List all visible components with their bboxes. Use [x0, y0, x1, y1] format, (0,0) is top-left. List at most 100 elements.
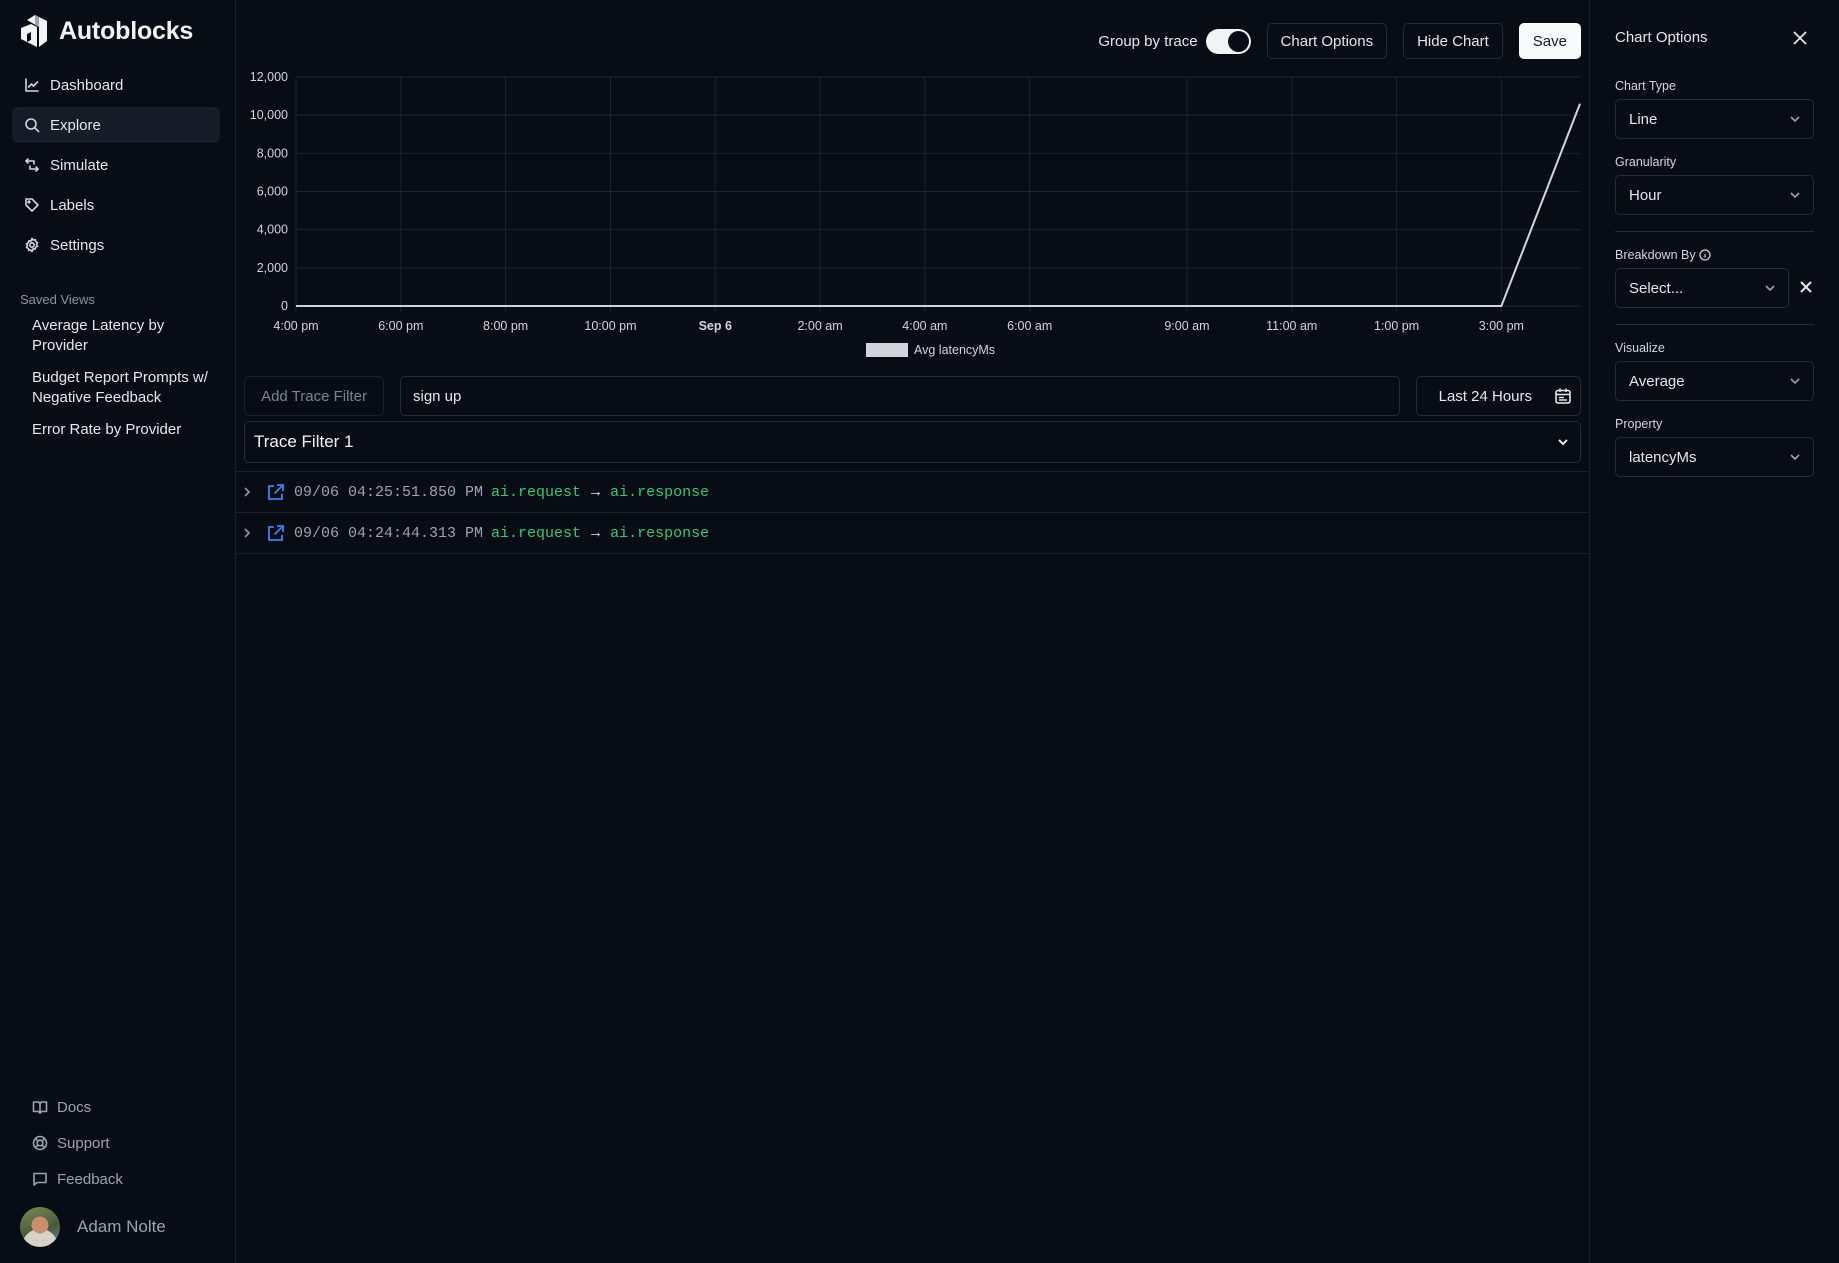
x-tick-label: 8:00 pm: [483, 319, 528, 333]
breakdown-label: Breakdown By: [1615, 248, 1711, 262]
main-nav: Dashboard Explore Simulate Labels Settin…: [12, 67, 220, 267]
saved-views-list: Average Latency by Provider Budget Repor…: [32, 316, 212, 452]
sidebar-item-explore[interactable]: Explore: [12, 107, 220, 143]
trace-timestamp: 09/06 04:25:51.850 PM: [294, 483, 484, 501]
breakdown-select[interactable]: Select...: [1615, 268, 1789, 308]
chevron-down-icon: [1790, 192, 1800, 199]
sidebar-item-label: Dashboard: [50, 76, 124, 94]
feedback-link[interactable]: Feedback: [32, 1161, 123, 1197]
latency-chart: 0 2,000 4,000 6,000 8,000 10,000 12,000 4:00 p…: [236, 60, 1589, 370]
chevron-down-icon: [1765, 285, 1775, 292]
group-by-trace-toggle[interactable]: [1205, 28, 1251, 54]
y-tick-label: 8,000: [257, 146, 288, 160]
logo[interactable]: Autoblocks: [19, 14, 193, 48]
lifebuoy-icon: [32, 1135, 48, 1151]
y-tick-label: 10,000: [250, 108, 288, 122]
sidebar: Autoblocks Dashboard Explore Simulate La…: [0, 0, 236, 1263]
external-link-icon[interactable]: [266, 524, 285, 543]
sidebar-item-settings[interactable]: Settings: [12, 227, 220, 263]
property-label: Property: [1615, 417, 1663, 431]
filter-row: Add Trace Filter Last 24 Hours: [244, 376, 1581, 416]
divider: [1615, 324, 1814, 325]
feedback-label: Feedback: [57, 1170, 123, 1188]
chart-options-button[interactable]: Chart Options: [1266, 23, 1388, 59]
user-menu[interactable]: Adam Nolte: [20, 1207, 166, 1247]
visualize-label: Visualize: [1615, 341, 1665, 355]
x-tick-label: Sep 6: [699, 319, 732, 333]
toggle-knob: [1227, 30, 1249, 52]
external-link-icon[interactable]: [266, 483, 285, 502]
saved-view-item[interactable]: Budget Report Prompts w/ Negative Feedba…: [32, 368, 212, 408]
panel-title: Chart Options: [1615, 29, 1708, 46]
chart-svg: 0 2,000 4,000 6,000 8,000 10,000 12,000 4:00 p…: [250, 70, 1581, 357]
visualize-select[interactable]: Average: [1615, 361, 1814, 401]
x-tick-label: 4:00 am: [902, 319, 947, 333]
y-tick-label: 0: [281, 299, 288, 313]
chart-type-select[interactable]: Line: [1615, 99, 1814, 139]
info-icon[interactable]: [1698, 249, 1711, 261]
sidebar-item-labels[interactable]: Labels: [12, 187, 220, 223]
sidebar-item-dashboard[interactable]: Dashboard: [12, 67, 220, 103]
search-icon: [25, 118, 40, 133]
y-tick-label: 4,000: [257, 223, 288, 237]
x-tick-label: 6:00 am: [1007, 319, 1052, 333]
sidebar-item-simulate[interactable]: Simulate: [12, 147, 220, 183]
avatar: [20, 1207, 60, 1247]
trace-filter-accordion[interactable]: Trace Filter 1: [244, 421, 1581, 463]
add-trace-filter-button[interactable]: Add Trace Filter: [244, 376, 384, 416]
y-tick-label: 6,000: [257, 185, 288, 199]
saved-views-heading: Saved Views: [20, 292, 95, 307]
arrow-right-icon: →: [591, 483, 601, 501]
date-range-label: Last 24 Hours: [1438, 387, 1532, 405]
clear-breakdown-icon[interactable]: [1800, 281, 1812, 293]
gear-icon: [25, 237, 39, 253]
granularity-select[interactable]: Hour: [1615, 175, 1814, 215]
user-name: Adam Nolte: [77, 1217, 166, 1236]
sidebar-item-label: Explore: [50, 116, 101, 134]
support-link[interactable]: Support: [32, 1125, 123, 1161]
book-icon: [32, 1101, 48, 1114]
chart-type-value: Line: [1629, 110, 1658, 128]
bottom-nav: Docs Support Feedback: [32, 1089, 123, 1197]
sidebar-item-label: Settings: [50, 236, 105, 254]
trace-row[interactable]: 09/06 04:24:44.313 PM ai.request → ai.re…: [236, 513, 1589, 554]
trace-filter-label: Trace Filter 1: [254, 432, 354, 451]
saved-view-item[interactable]: Error Rate by Provider: [32, 420, 212, 440]
trace-end-event: ai.response: [610, 483, 710, 501]
y-tick-label: 2,000: [257, 261, 288, 275]
trace-end-event: ai.response: [610, 524, 710, 542]
x-tick-label: 2:00 am: [797, 319, 842, 333]
x-tick-label: 9:00 am: [1164, 319, 1209, 333]
search-input[interactable]: [400, 376, 1400, 416]
y-tick-label: 12,000: [250, 70, 288, 84]
sidebar-item-label: Simulate: [50, 156, 109, 174]
save-button[interactable]: Save: [1518, 23, 1581, 59]
legend-swatch: [866, 343, 908, 357]
docs-label: Docs: [57, 1098, 92, 1116]
trace-start-event: ai.request: [491, 524, 582, 542]
x-tick-label: 1:00 pm: [1374, 319, 1419, 333]
chart-type-label: Chart Type: [1615, 79, 1676, 93]
x-tick-label: 10:00 pm: [584, 319, 636, 333]
saved-view-item[interactable]: Average Latency by Provider: [32, 316, 212, 356]
property-select[interactable]: latencyMs: [1615, 437, 1814, 477]
docs-link[interactable]: Docs: [32, 1089, 123, 1125]
chart-line-icon: [25, 78, 39, 92]
chevron-down-icon: [1790, 378, 1800, 385]
trace-start-event: ai.request: [491, 483, 582, 501]
granularity-value: Hour: [1629, 186, 1662, 204]
chevron-down-icon: [1558, 439, 1568, 446]
message-icon: [33, 1172, 47, 1186]
x-tick-label: 4:00 pm: [273, 319, 318, 333]
chevron-down-icon: [1790, 116, 1800, 123]
calendar-icon: [1555, 388, 1571, 404]
hide-chart-button[interactable]: Hide Chart: [1403, 23, 1503, 59]
trace-row[interactable]: 09/06 04:25:51.850 PM ai.request → ai.re…: [236, 472, 1589, 513]
date-range-picker[interactable]: Last 24 Hours: [1416, 376, 1581, 416]
chevron-right-icon[interactable]: [240, 485, 254, 499]
close-icon[interactable]: [1792, 30, 1808, 46]
chevron-down-icon: [1790, 454, 1800, 461]
x-tick-label: 11:00 am: [1266, 319, 1317, 333]
chevron-right-icon[interactable]: [240, 526, 254, 540]
app-name: Autoblocks: [59, 16, 194, 45]
